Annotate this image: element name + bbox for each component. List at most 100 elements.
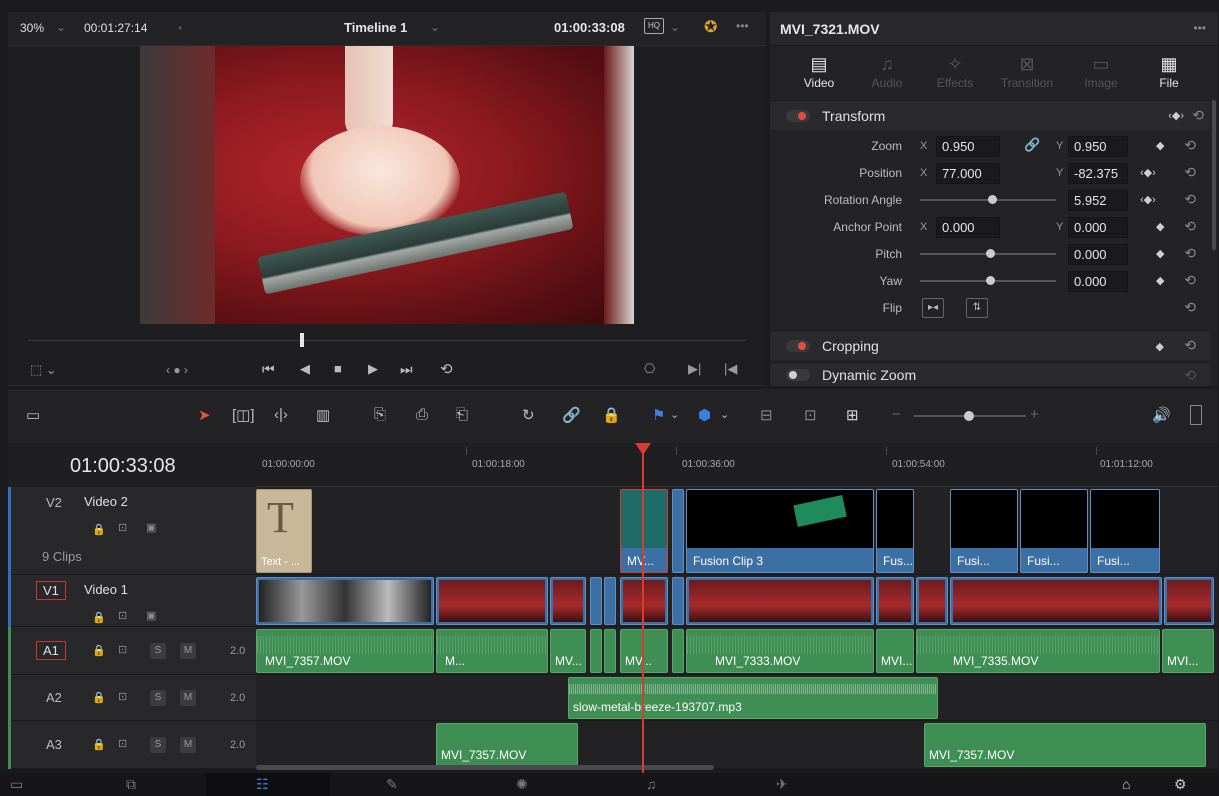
volume-icon[interactable]: 🔊 [1152,406,1171,424]
auto-select-icon[interactable]: ⊡ [118,521,127,534]
position-x-field[interactable]: 77.000 [936,163,1000,184]
video-clip[interactable] [256,577,434,625]
chevron-down-icon[interactable]: ⌄ [430,20,440,34]
title-clip[interactable]: T Text - ... [256,489,312,573]
video-clip[interactable] [1164,577,1214,625]
mute-button[interactable]: M [180,690,196,706]
color-page-icon[interactable]: ✺ [516,776,528,793]
overwrite-clip-icon[interactable]: ⎙ [416,406,428,423]
flip-horizontal-icon[interactable]: ▸◂ [922,298,944,318]
reset-icon[interactable]: ⟲ [1184,137,1196,154]
video-clip[interactable] [620,577,668,625]
keyframe-nav-icon[interactable]: ‹◆› [1140,166,1156,179]
reset-icon[interactable]: ⟲ [1184,191,1196,208]
keyframe-icon[interactable]: ◆ [1156,220,1164,233]
stop-icon[interactable]: ■ [334,361,342,376]
video-clip[interactable] [672,577,684,625]
video-clip[interactable] [686,577,874,625]
transform-section-header[interactable]: Transform ‹◆› ⟲ [770,100,1210,130]
audio-clip[interactable]: MV... [550,629,586,673]
chevron-down-icon[interactable]: ⌄ [720,408,729,421]
solo-button[interactable]: S [150,737,166,753]
lock-icon[interactable]: 🔒 [92,644,106,657]
cropping-toggle[interactable] [786,340,810,352]
auto-select-icon[interactable]: ⊡ [118,643,127,656]
audio-clip[interactable] [590,629,602,673]
lock-icon[interactable]: 🔒 [92,738,106,751]
zoom-full-icon[interactable]: ⊟ [760,406,773,424]
transform-toggle[interactable] [786,110,810,122]
audio-clip[interactable]: MVI_7335.MOV [916,629,1160,673]
track-id[interactable]: A1 [36,641,66,660]
blade-tool-icon[interactable]: ▥ [316,406,330,424]
home-icon[interactable]: ⌂ [1122,776,1130,792]
marker-icon[interactable]: ⬢ [698,406,711,424]
fairlight-page-icon[interactable]: ♫ [646,776,657,792]
video-clip[interactable] [550,577,586,625]
audio-clip[interactable] [672,629,684,673]
lock-icon[interactable]: 🔒 [92,611,106,624]
solo-button[interactable]: S [150,690,166,706]
video-clip[interactable] [590,577,602,625]
zoom-level-dropdown[interactable]: 30% [20,21,44,35]
keyframe-icon[interactable]: ◆ [1156,340,1164,353]
reset-icon[interactable]: ⟲ [1184,218,1196,235]
settings-gear-icon[interactable]: ⚙ [1174,776,1187,793]
playhead[interactable] [642,443,644,773]
keyframe-nav-icon[interactable]: ‹◆› [1140,193,1156,206]
fusion-clip[interactable]: Fusi... [1020,489,1088,573]
video-clip[interactable]: MV... [620,489,668,573]
lock-icon[interactable]: 🔒 [92,523,106,536]
loop-icon[interactable]: ⟲ [440,360,453,378]
dynamic-zoom-toggle[interactable] [786,369,810,381]
color-wheel-icon[interactable]: ✪ [704,17,717,37]
dynamic-zoom-section-header[interactable]: Dynamic Zoom ⟲ [770,362,1210,386]
anchor-y-field[interactable]: 0.000 [1068,217,1128,238]
video-clip[interactable] [436,577,548,625]
zoom-y-field[interactable]: 0.950 [1068,136,1128,157]
insert-clip-icon[interactable]: ⎘ [374,406,386,423]
audio-meter-icon[interactable] [1190,405,1202,425]
yaw-field[interactable]: 0.000 [1068,271,1128,292]
snapping-icon[interactable]: ↻ [522,406,535,424]
timeline-scrollbar[interactable] [256,765,714,770]
timeline-zoom-slider[interactable] [914,411,1026,421]
reset-icon[interactable]: ⟲ [1184,245,1196,262]
pitch-field[interactable]: 0.000 [1068,244,1128,265]
lock-icon[interactable]: 🔒 [602,406,621,424]
video-clip[interactable] [876,577,914,625]
play-reverse-icon[interactable]: ◀ [300,361,310,377]
audio-clip[interactable]: slow-metal-breeze-193707.mp3 [568,677,938,719]
track-id[interactable]: V1 [36,581,66,600]
more-options-icon[interactable]: ••• [736,19,749,33]
pitch-slider[interactable] [920,249,1056,258]
video-clip[interactable] [604,577,616,625]
lock-icon[interactable]: 🔒 [92,691,106,704]
reset-icon[interactable]: ⟲ [1184,164,1196,181]
enable-track-icon[interactable]: ▣ [146,521,156,534]
audio-clip[interactable]: MVI_7333.MOV [686,629,874,673]
trim-tool-icon[interactable]: [◫] [232,406,255,424]
edit-page-icon[interactable]: ☷ [256,776,269,793]
reset-icon[interactable]: ⟲ [1184,272,1196,289]
video-clip[interactable] [672,489,684,573]
zoom-detail-icon[interactable]: ⊡ [804,406,817,424]
auto-select-icon[interactable]: ⊡ [118,609,127,622]
play-icon[interactable]: ▶ [368,361,378,377]
solo-button[interactable]: S [150,643,166,659]
audio-clip[interactable]: MVI... [1162,629,1214,673]
reset-icon[interactable]: ⟲ [1184,337,1196,354]
audio-clip[interactable]: M... [436,629,548,673]
jump-to-start-icon[interactable]: ⏮ [262,361,275,378]
fusion-clip[interactable]: Fusion Clip 3 [686,489,874,573]
anchor-x-field[interactable]: 0.000 [936,217,1000,238]
layout-icon[interactable]: ▭ [26,406,40,424]
link-icon[interactable]: 🔗 [1024,137,1040,153]
audio-clip[interactable] [604,629,616,673]
mark-in-icon[interactable]: ▶| [688,361,701,377]
reset-icon[interactable]: ⟲ [1184,367,1196,384]
tab-image[interactable]: ▭ Image [1066,52,1136,90]
video-clip[interactable] [916,577,948,625]
mark-out-icon[interactable]: |◀ [724,361,737,377]
zoom-out-icon[interactable]: − [892,406,901,423]
